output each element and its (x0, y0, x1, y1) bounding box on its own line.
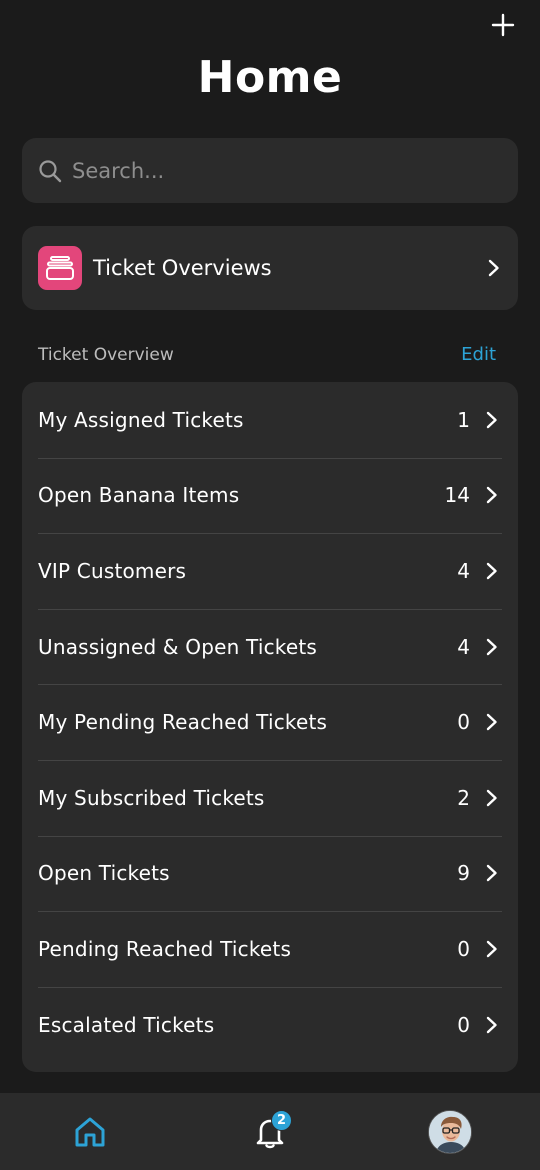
list-item[interactable]: Open Tickets 9 (22, 835, 518, 912)
ticket-overview-list: My Assigned Tickets 1 Open Banana Items … (22, 382, 518, 1072)
list-item-label: Open Tickets (38, 861, 170, 886)
list-item-label: My Assigned Tickets (38, 407, 244, 432)
chevron-right-icon (484, 637, 500, 657)
list-item[interactable]: Pending Reached Tickets 0 (22, 911, 518, 987)
search-icon (39, 159, 62, 182)
section-title: Ticket Overview (38, 344, 174, 365)
tab-profile[interactable] (420, 1093, 480, 1170)
search-input[interactable] (72, 150, 492, 191)
list-item-count: 0 (457, 1012, 470, 1037)
avatar (428, 1109, 472, 1154)
list-item-count: 4 (457, 634, 470, 659)
tab-home[interactable] (60, 1093, 120, 1170)
home-icon (75, 1117, 105, 1146)
list-item[interactable]: Escalated Tickets 0 (22, 986, 518, 1063)
list-item-label: Pending Reached Tickets (38, 936, 292, 961)
list-item[interactable]: My Pending Reached Tickets 0 (22, 684, 518, 760)
chevron-right-icon (484, 788, 500, 808)
chevron-right-icon (484, 410, 500, 430)
chevron-right-icon (484, 939, 500, 959)
stacked-cards-icon (38, 246, 82, 290)
tab-notifications[interactable]: 2 (240, 1093, 300, 1170)
list-item[interactable]: VIP Customers 4 (22, 533, 518, 609)
plus-icon (491, 13, 515, 37)
list-item-label: Escalated Tickets (38, 1012, 215, 1037)
list-item-label: My Subscribed Tickets (38, 785, 265, 810)
list-item-count: 0 (457, 936, 470, 961)
list-item[interactable]: Open Banana Items 14 (22, 457, 518, 534)
list-item-label: VIP Customers (38, 558, 187, 583)
list-item-count: 1 (457, 407, 470, 432)
ticket-overviews-card[interactable]: Ticket Overviews (22, 226, 518, 310)
list-item-label: My Pending Reached Tickets (38, 710, 328, 735)
list-item-count: 2 (457, 785, 470, 810)
section-header: Ticket Overview Edit (38, 344, 496, 365)
notification-badge: 2 (271, 1110, 292, 1131)
home-screen: Home Ticket Overviews Ticket Overview Ed… (0, 0, 540, 1170)
chevron-right-icon (484, 485, 500, 505)
list-item-count: 4 (457, 558, 470, 583)
chevron-right-icon (484, 561, 500, 581)
list-item-count: 14 (444, 483, 470, 508)
bottom-tab-bar: 2 (0, 1093, 540, 1170)
edit-button[interactable]: Edit (461, 344, 496, 365)
search-bar[interactable] (22, 138, 518, 203)
chevron-right-icon (484, 712, 500, 732)
chevron-right-icon (486, 258, 502, 278)
page-title: Home (197, 52, 343, 103)
list-item[interactable]: My Assigned Tickets 1 (22, 382, 518, 458)
list-item-count: 9 (457, 861, 470, 886)
chevron-right-icon (484, 1015, 500, 1035)
list-item-label: Open Banana Items (38, 483, 240, 508)
list-item-count: 0 (457, 710, 470, 735)
list-item-label: Unassigned & Open Tickets (38, 634, 318, 659)
list-item[interactable]: My Subscribed Tickets 2 (22, 759, 518, 836)
ticket-overviews-label: Ticket Overviews (93, 256, 272, 280)
add-button[interactable] (488, 10, 518, 40)
list-item[interactable]: Unassigned & Open Tickets 4 (22, 608, 518, 685)
chevron-right-icon (484, 863, 500, 883)
